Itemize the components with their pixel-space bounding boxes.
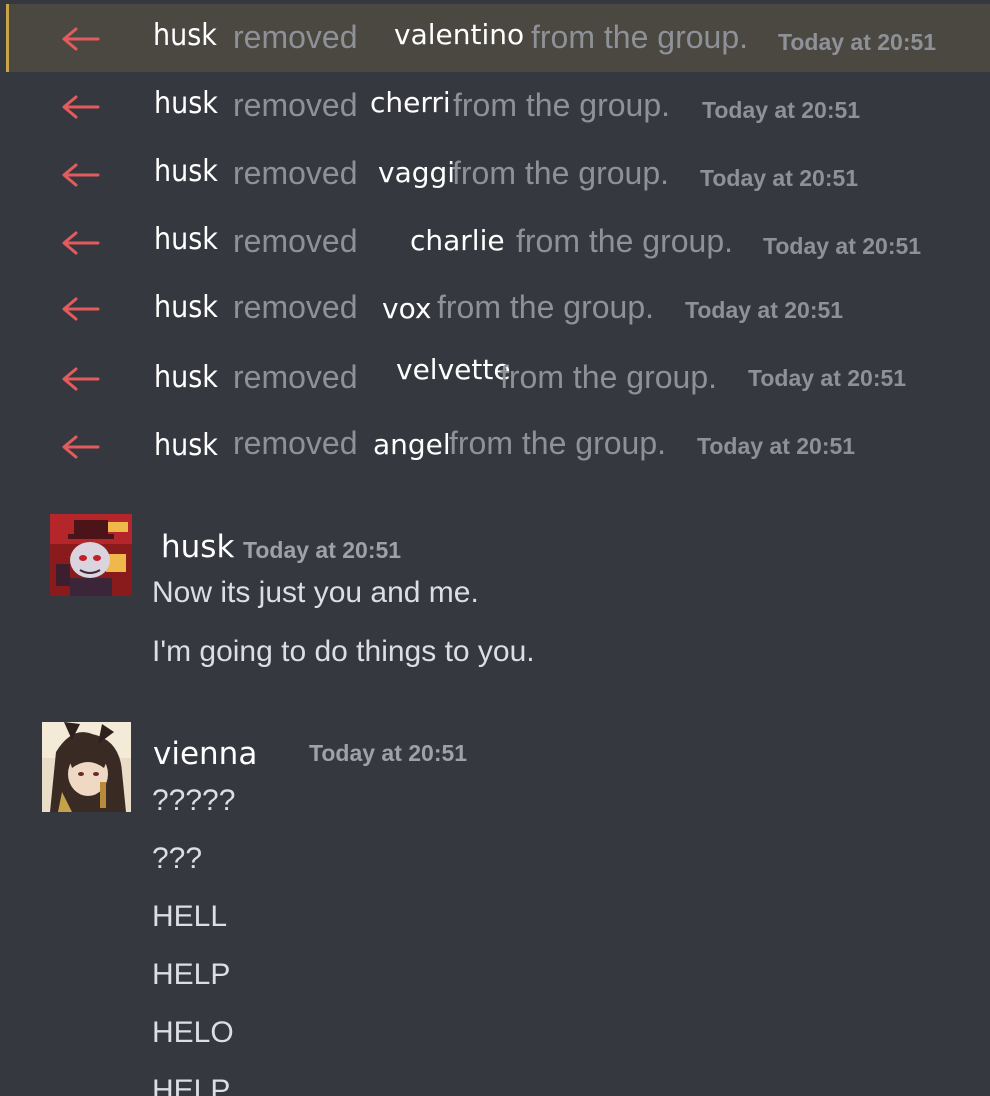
system-target-name[interactable]: velvette [396, 356, 511, 384]
system-actor-name[interactable]: husk [154, 157, 218, 187]
message-timestamp[interactable]: Today at 20:51 [309, 740, 467, 767]
system-target-name[interactable]: cherri [370, 89, 451, 117]
system-actor-name[interactable]: husk [154, 225, 218, 255]
member-removed-arrow-icon [58, 294, 102, 324]
message-text: I'm going to do things to you. [152, 635, 535, 668]
system-suffix: from the group. [453, 87, 670, 123]
message-author-name[interactable]: husk [161, 529, 234, 565]
chat-message-list[interactable]: husk removed valentino from the group. T… [0, 0, 990, 1096]
user-avatar[interactable] [42, 722, 131, 812]
member-removed-arrow-icon [58, 92, 102, 122]
system-message-row[interactable]: husk removed charlie from the group. Tod… [0, 208, 990, 276]
message-text: ????? [152, 784, 236, 817]
system-actor-name[interactable]: husk [153, 21, 217, 51]
message-text: HELO [152, 1016, 234, 1049]
system-target-name[interactable]: charlie [410, 227, 505, 255]
system-actor-name[interactable]: husk [154, 431, 218, 461]
system-message-row[interactable]: husk removed vox from the group. Today a… [0, 276, 990, 344]
system-target-name[interactable]: valentino [394, 21, 524, 49]
system-suffix: from the group. [449, 425, 666, 461]
message-group: vienna Today at 20:51 ????? ??? HELL HEL… [0, 706, 990, 1096]
system-timestamp[interactable]: Today at 20:51 [702, 99, 860, 122]
system-target-name[interactable]: vaggi [378, 159, 455, 187]
system-timestamp[interactable]: Today at 20:51 [697, 435, 855, 458]
system-message-row[interactable]: husk removed angel from the group. Today… [0, 412, 990, 480]
system-actor-name[interactable]: husk [154, 293, 218, 323]
message-text: HELP [152, 1074, 231, 1096]
message-author-name[interactable]: vienna [153, 736, 257, 772]
message-timestamp[interactable]: Today at 20:51 [243, 537, 401, 564]
system-verb: removed [233, 359, 358, 395]
system-actor-name[interactable]: husk [154, 89, 218, 119]
system-message-row[interactable]: husk removed valentino from the group. T… [6, 4, 990, 72]
system-suffix: from the group. [452, 155, 669, 191]
system-actor-name[interactable]: husk [154, 363, 218, 393]
message-text: ??? [152, 842, 203, 875]
system-verb: removed [233, 223, 358, 259]
member-removed-arrow-icon [58, 432, 102, 462]
message-text: HELL [152, 900, 228, 933]
system-suffix: from the group. [437, 289, 654, 325]
system-timestamp[interactable]: Today at 20:51 [778, 31, 936, 54]
system-message-row[interactable]: husk removed velvette from the group. To… [0, 344, 990, 412]
member-removed-arrow-icon [58, 228, 102, 258]
system-target-name[interactable]: vox [382, 295, 431, 323]
system-verb: removed [233, 19, 358, 55]
system-suffix: from the group. [500, 359, 717, 395]
member-removed-arrow-icon [58, 160, 102, 190]
system-verb: removed [233, 425, 358, 461]
system-timestamp[interactable]: Today at 20:51 [748, 367, 906, 390]
system-message-row[interactable]: husk removed cherri from the group. Toda… [0, 72, 990, 140]
system-timestamp[interactable]: Today at 20:51 [700, 167, 858, 190]
member-removed-arrow-icon [58, 24, 102, 54]
system-suffix: from the group. [531, 19, 748, 55]
member-removed-arrow-icon [58, 364, 102, 394]
message-text: Now its just you and me. [152, 576, 479, 609]
system-message-row[interactable]: husk removed vaggi from the group. Today… [0, 140, 990, 208]
message-text: HELP [152, 958, 231, 991]
system-timestamp[interactable]: Today at 20:51 [685, 299, 843, 322]
system-verb: removed [233, 289, 358, 325]
system-verb: removed [233, 87, 358, 123]
system-suffix: from the group. [516, 223, 733, 259]
system-timestamp[interactable]: Today at 20:51 [763, 235, 921, 258]
user-avatar[interactable] [50, 514, 132, 596]
system-target-name[interactable]: angel [373, 431, 451, 459]
message-group: husk Today at 20:51 Now its just you and… [0, 500, 990, 690]
system-verb: removed [233, 155, 358, 191]
